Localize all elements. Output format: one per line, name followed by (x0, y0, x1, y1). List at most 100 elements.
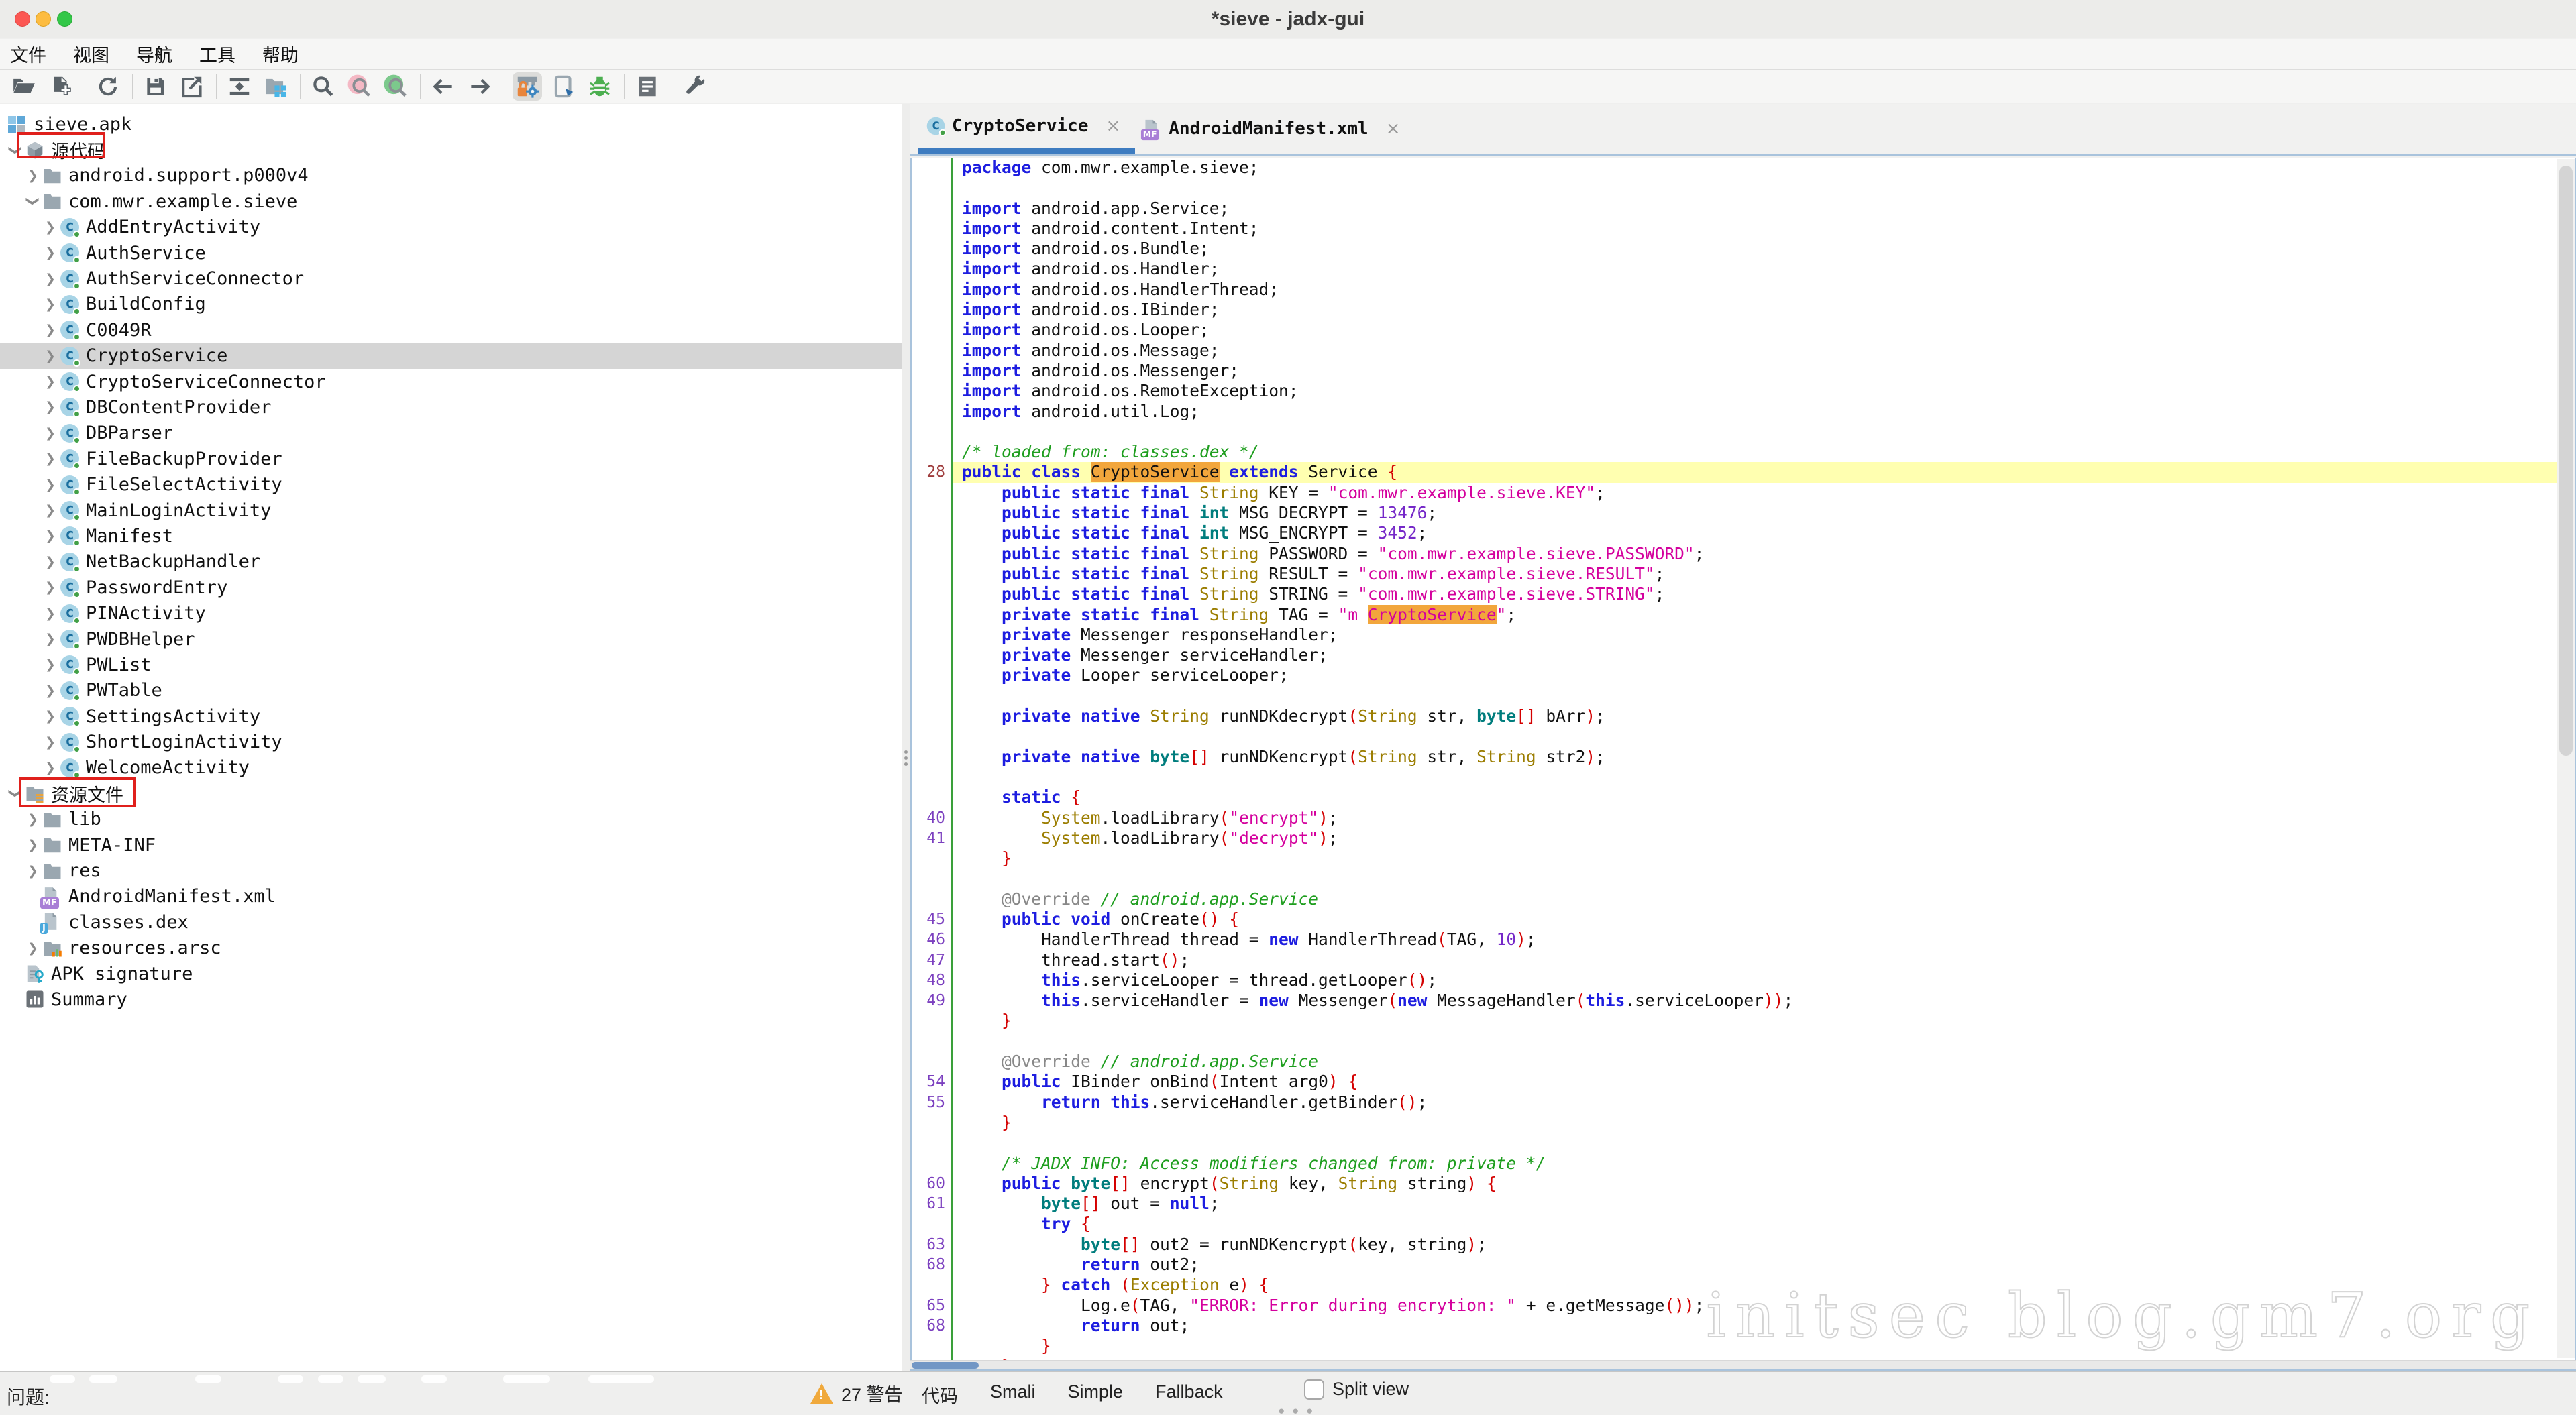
tree-item-PWTable[interactable]: ❯cPWTable (0, 678, 902, 703)
tree-item-PasswordEntry[interactable]: ❯cPasswordEntry (0, 575, 902, 600)
tree-item-Manifest[interactable]: ❯cManifest (0, 523, 902, 549)
forward-icon[interactable] (465, 72, 494, 101)
add-files-icon[interactable] (46, 72, 75, 101)
save-all-icon[interactable] (141, 72, 170, 101)
reload-icon[interactable] (93, 72, 123, 101)
tree-item-C0049R[interactable]: ❯cC0049R (0, 317, 902, 343)
tree-item-CryptoService[interactable]: ❯cCryptoService (0, 343, 902, 369)
menu-item-file[interactable]: 文件 (10, 41, 46, 67)
chevron-right-icon[interactable]: ❯ (24, 941, 42, 956)
preferences-icon[interactable] (680, 72, 710, 101)
tab-close-icon[interactable]: × (1386, 119, 1401, 139)
tree-item-lib[interactable]: ❯lib (0, 807, 902, 832)
tree-item-resources.arsc[interactable]: ❯resources.arsc (0, 936, 902, 961)
chevron-right-icon[interactable]: ❯ (42, 272, 59, 286)
chevron-right-icon[interactable]: ❯ (42, 220, 59, 235)
chevron-right-icon[interactable]: ❯ (42, 528, 59, 543)
chevron-right-icon[interactable]: ❯ (42, 349, 59, 363)
tab-close-icon[interactable]: × (1106, 116, 1121, 136)
chevron-right-icon[interactable]: ❯ (42, 709, 59, 724)
chevron-right-icon[interactable]: ❯ (24, 838, 42, 852)
tree-item-源代码[interactable]: ❯源代码 (0, 137, 902, 162)
deobfuscation-icon[interactable] (513, 72, 542, 101)
horizontal-scrollbar[interactable] (910, 1360, 2576, 1369)
chevron-right-icon[interactable]: ❯ (42, 632, 59, 646)
mode-fallback[interactable]: Fallback (1155, 1381, 1223, 1408)
tree-item-ShortLoginActivity[interactable]: ❯cShortLoginActivity (0, 729, 902, 754)
menu-item-view[interactable]: 视图 (73, 41, 109, 67)
tree-item-DBParser[interactable]: ❯cDBParser (0, 420, 902, 446)
chevron-right-icon[interactable]: ❯ (42, 760, 59, 775)
tree-item-META-INF[interactable]: ❯META-INF (0, 832, 902, 858)
chevron-right-icon[interactable]: ❯ (42, 374, 59, 389)
chevron-right-icon[interactable]: ❯ (42, 683, 59, 698)
chevron-right-icon[interactable]: ❯ (24, 168, 42, 183)
chevron-right-icon[interactable]: ❯ (42, 400, 59, 414)
tree-item-AndroidManifest.xml[interactable]: MFAndroidManifest.xml (0, 884, 902, 909)
warnings-button[interactable]: ! 27 警告 (810, 1380, 903, 1406)
tab-androidmanifest[interactable]: MFAndroidManifest.xml× (1135, 104, 1415, 154)
sync-editor-icon[interactable] (225, 72, 254, 101)
device-edit-icon[interactable] (549, 72, 578, 101)
chevron-right-icon[interactable]: ❯ (42, 580, 59, 595)
chevron-down-icon[interactable]: ❯ (24, 194, 42, 209)
tree-item-res[interactable]: ❯res (0, 858, 902, 883)
chevron-right-icon[interactable]: ❯ (42, 606, 59, 621)
tree-item-FileSelectActivity[interactable]: ❯cFileSelectActivity (0, 471, 902, 497)
debugger-icon[interactable] (585, 72, 614, 101)
open-file-icon[interactable] (9, 72, 39, 101)
tree-item-PWList[interactable]: ❯cPWList (0, 652, 902, 677)
tree-item-AuthServiceConnector[interactable]: ❯cAuthServiceConnector (0, 266, 902, 291)
tree-item-MainLoginActivity[interactable]: ❯cMainLoginActivity (0, 498, 902, 523)
tree-item-CryptoServiceConnector[interactable]: ❯cCryptoServiceConnector (0, 369, 902, 394)
split-view-checkbox[interactable] (1304, 1379, 1324, 1400)
mode-smali[interactable]: Smali (990, 1381, 1036, 1408)
chevron-right-icon[interactable]: ❯ (42, 297, 59, 312)
chevron-right-icon[interactable]: ❯ (42, 245, 59, 260)
search-class-icon[interactable] (345, 72, 374, 101)
tree-item-classes.dex[interactable]: Jclasses.dex (0, 909, 902, 935)
chevron-right-icon[interactable]: ❯ (42, 735, 59, 750)
mode-simple[interactable]: Simple (1068, 1381, 1124, 1408)
tree-item-APK signature[interactable]: APK signature (0, 961, 902, 986)
export-icon[interactable] (177, 72, 207, 101)
tab-cryptoservice[interactable]: cCryptoService× (918, 104, 1135, 154)
chevron-right-icon[interactable]: ❯ (42, 657, 59, 672)
tree-item-NetBackupHandler[interactable]: ❯cNetBackupHandler (0, 549, 902, 575)
flat-packages-icon[interactable] (261, 72, 290, 101)
chevron-right-icon[interactable]: ❯ (42, 503, 59, 518)
tree-item-SettingsActivity[interactable]: ❯cSettingsActivity (0, 703, 902, 729)
chevron-right-icon[interactable]: ❯ (24, 864, 42, 879)
chevron-right-icon[interactable]: ❯ (42, 477, 59, 492)
back-icon[interactable] (429, 72, 458, 101)
tree-item-sieve.apk[interactable]: sieve.apk (0, 111, 902, 137)
tree-item-PWDBHelper[interactable]: ❯cPWDBHelper (0, 626, 902, 652)
tree-item-Summary[interactable]: Summary (0, 986, 902, 1012)
mode-code[interactable]: 代码 (922, 1381, 958, 1408)
tree-item-com.mwr.example.sieve[interactable]: ❯com.mwr.example.sieve (0, 188, 902, 214)
panel-splitter[interactable] (902, 104, 910, 1371)
tree-item-AddEntryActivity[interactable]: ❯cAddEntryActivity (0, 215, 902, 240)
chevron-right-icon[interactable]: ❯ (42, 426, 59, 441)
search-text-icon[interactable] (309, 72, 338, 101)
split-view-toggle[interactable]: Split view (1304, 1379, 1409, 1400)
tree-item-PINActivity[interactable]: ❯cPINActivity (0, 600, 902, 626)
chevron-right-icon[interactable]: ❯ (42, 555, 59, 569)
tree-item-android.support.p000v4[interactable]: ❯android.support.p000v4 (0, 163, 902, 188)
chevron-right-icon[interactable]: ❯ (42, 451, 59, 466)
menu-item-tools[interactable]: 工具 (199, 41, 235, 67)
tree-item-BuildConfig[interactable]: ❯cBuildConfig (0, 292, 902, 317)
vertical-scrollbar[interactable] (2557, 159, 2575, 1358)
code-editor[interactable]: package com.mwr.example.sieve;import and… (910, 158, 2576, 1360)
search-comment-icon[interactable] (381, 72, 411, 101)
menu-item-navigation[interactable]: 导航 (136, 41, 172, 67)
horizontal-scrollbar-thumb[interactable] (912, 1362, 979, 1369)
tree-item-AuthService[interactable]: ❯cAuthService (0, 240, 902, 266)
tree-item-FileBackupProvider[interactable]: ❯cFileBackupProvider (0, 446, 902, 471)
tree-item-DBContentProvider[interactable]: ❯cDBContentProvider (0, 394, 902, 420)
chevron-right-icon[interactable]: ❯ (24, 812, 42, 827)
chevron-right-icon[interactable]: ❯ (42, 323, 59, 337)
log-viewer-icon[interactable] (633, 72, 662, 101)
vertical-scrollbar-thumb[interactable] (2559, 166, 2573, 756)
menu-item-help[interactable]: 帮助 (262, 41, 299, 67)
